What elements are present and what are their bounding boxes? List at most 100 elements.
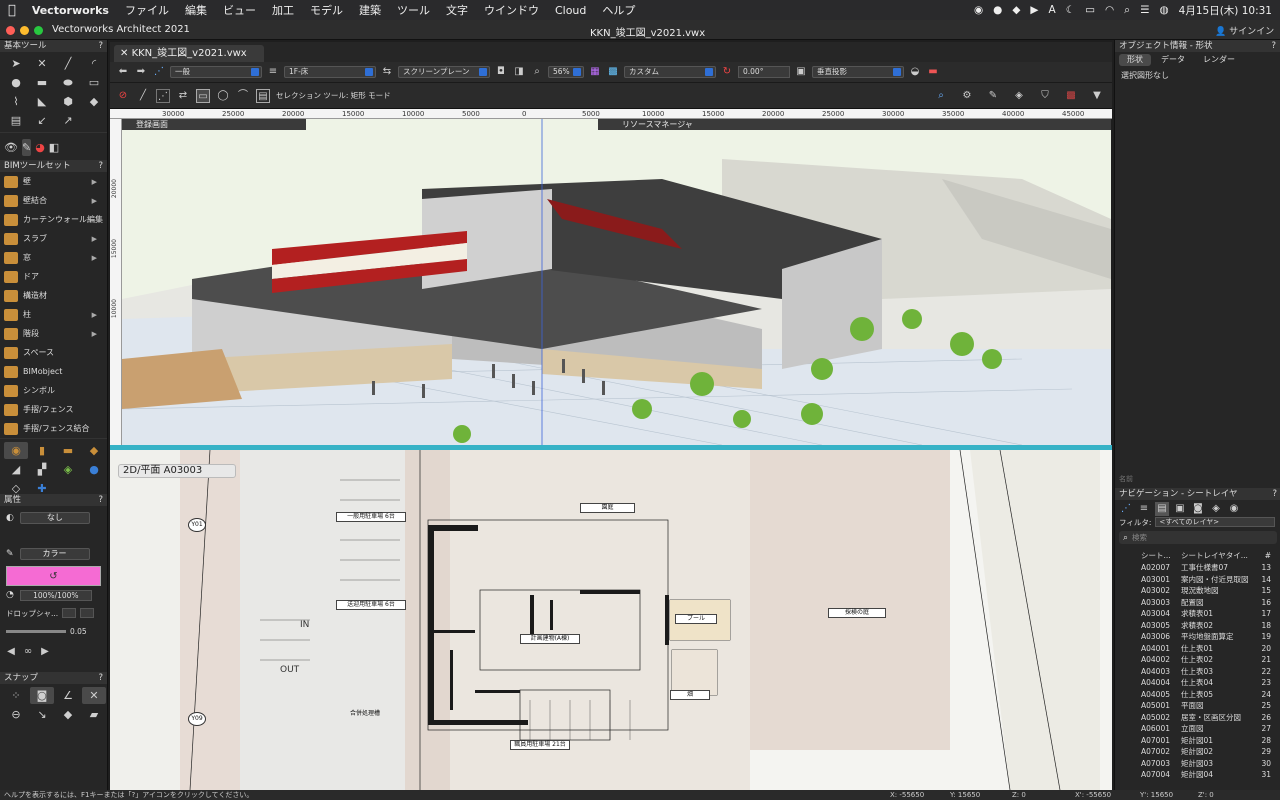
bim-tool-item[interactable]: 柱 ▶ xyxy=(0,305,107,324)
sheet-row[interactable]: A06001 立面図 27 xyxy=(1115,723,1280,735)
sheet-row[interactable]: A03001 案内図・付近見取図 14 xyxy=(1115,574,1280,586)
hexagon-tool-icon[interactable]: ⬢ xyxy=(56,93,80,110)
apple-icon[interactable]:  xyxy=(0,3,24,18)
pen-color-swatch[interactable]: ↺ xyxy=(6,566,101,586)
freeform-mode-icon[interactable]: ◯ xyxy=(216,89,230,103)
line-style-icon[interactable]: ∞ xyxy=(21,645,35,659)
polygon-tool-icon[interactable]: ◣ xyxy=(30,93,54,110)
minimize-window-button[interactable] xyxy=(20,26,29,35)
play-icon[interactable]: ▶ xyxy=(1030,4,1038,16)
view2d-label[interactable]: 2D/平面 A03003 xyxy=(118,464,236,478)
back-icon[interactable]: ⬅ xyxy=(116,65,130,79)
moon-icon[interactable]: ☾ xyxy=(1066,4,1075,16)
line-end-icon[interactable]: ▶ xyxy=(38,645,52,659)
col-sheet-title[interactable]: シートレイヤタイ... xyxy=(1181,550,1257,561)
drop-shadow-toggle[interactable] xyxy=(62,608,77,618)
projection-dropdown[interactable]: 垂直投影 xyxy=(812,66,904,78)
snap-distance-icon[interactable]: ⊖ xyxy=(4,706,28,723)
bim-tool-item[interactable]: 壁結合 ▶ xyxy=(0,191,107,210)
tab-close-icon[interactable]: ✕ xyxy=(120,48,132,59)
layer-dropdown[interactable]: 1F-床 xyxy=(284,66,376,78)
bim-tool-item[interactable]: シンボル xyxy=(0,381,107,400)
selection-tool-icon[interactable]: ➤ xyxy=(4,55,28,72)
globe-tool-icon[interactable]: ● xyxy=(82,461,106,478)
siri-icon[interactable]: ◍ xyxy=(1159,4,1168,16)
camera-icon[interactable]: ◘ xyxy=(494,65,508,79)
snap-grid-icon[interactable]: ⁘ xyxy=(4,687,28,704)
view-icon[interactable]: ◨ xyxy=(512,65,526,79)
render-mode-icon[interactable]: ▩ xyxy=(606,65,620,79)
color-icon[interactable]: ◕ xyxy=(35,139,45,156)
eye-icon[interactable]: ◒ xyxy=(908,65,922,79)
sheet-row[interactable]: A04005 仕上表05 24 xyxy=(1115,689,1280,701)
menu-model[interactable]: モデル xyxy=(302,2,351,18)
sheet-row[interactable]: A03003 配置図 16 xyxy=(1115,597,1280,609)
viewport-2d[interactable]: 2D/平面 A03003 一般用駐車場 6台 送迎用駐車場 6台 園庭 プール … xyxy=(110,450,1112,790)
bim-tool-item[interactable]: BIMobject xyxy=(0,362,107,381)
input-icon[interactable]: A xyxy=(1048,4,1055,16)
submenu-arrow-icon[interactable]: ▶ xyxy=(92,197,97,205)
tab-data[interactable]: データ xyxy=(1153,54,1193,66)
bim-tool-item[interactable]: スラブ ▶ xyxy=(0,229,107,248)
sheet-row[interactable]: A04002 仕上表02 21 xyxy=(1115,654,1280,666)
layers-visibility-icon[interactable]: ◈ xyxy=(1012,89,1026,103)
flyover-tool-icon[interactable] xyxy=(82,112,106,129)
class-dropdown[interactable]: 一般 xyxy=(170,66,262,78)
sheet-row[interactable]: A03005 求積表02 18 xyxy=(1115,620,1280,632)
render-dropdown[interactable]: カスタム xyxy=(624,66,716,78)
dimension-tool-icon[interactable]: ↙ xyxy=(30,112,54,129)
palette-icon[interactable]: ▬ xyxy=(926,65,940,79)
stairs-tool-icon[interactable]: ▞ xyxy=(30,461,54,478)
wifi-icon[interactable]: ◠ xyxy=(1105,4,1114,16)
col-sheet[interactable]: シート... xyxy=(1141,550,1181,561)
hammer-tool-icon[interactable]: ✚ xyxy=(30,480,54,497)
menu-text[interactable]: 文字 xyxy=(438,2,476,18)
submenu-arrow-icon[interactable]: ▶ xyxy=(92,178,97,186)
viewport-3d[interactable]: 登録画面 リソースマネージャ xyxy=(122,119,1111,445)
document-tab[interactable]: ✕ KKN_竣工図_v2021.vwx xyxy=(114,45,264,62)
opacity-field[interactable]: 100%/100% xyxy=(19,589,92,601)
site-tool-icon[interactable]: ◉ xyxy=(4,442,28,459)
menu-edit[interactable]: 編集 xyxy=(177,2,215,18)
bim-tool-item[interactable]: 手摺/フェンス結合 xyxy=(0,419,107,438)
bim-tool-item[interactable]: スペース xyxy=(0,343,107,362)
pan-tool-icon[interactable]: ✕ xyxy=(30,55,54,72)
menu-cloud[interactable]: Cloud xyxy=(547,4,594,17)
snap-intersection-icon[interactable]: ✕ xyxy=(82,687,106,704)
snap-object-icon[interactable]: ◙ xyxy=(30,687,54,704)
sheet-row[interactable]: A04003 仕上表03 22 xyxy=(1115,666,1280,678)
lasso-select-icon[interactable]: ╱ xyxy=(136,89,150,103)
snap-settings-icon[interactable]: ✎ xyxy=(986,89,1000,103)
preferences-icon[interactable]: ▤ xyxy=(256,88,270,103)
color-grid-icon[interactable]: ▦ xyxy=(588,65,602,79)
flyover-icon[interactable]: ⌕ xyxy=(934,89,948,103)
nav-symbols-icon[interactable]: ◉ xyxy=(1227,502,1241,516)
menu-modify[interactable]: 加工 xyxy=(264,2,302,18)
submenu-arrow-icon[interactable]: ▶ xyxy=(92,254,97,262)
dropbox-icon[interactable]: ◆ xyxy=(1012,4,1020,16)
text-tool-icon[interactable]: ▤ xyxy=(4,112,28,129)
bim-tool-item[interactable]: 壁 ▶ xyxy=(0,172,107,191)
sheet-row[interactable]: A03006 平均地盤面算定 19 xyxy=(1115,631,1280,643)
line-tool-icon[interactable]: ╱ xyxy=(56,55,80,72)
panel-tool-icon[interactable]: ▬ xyxy=(56,442,80,459)
sheet-row[interactable]: A04004 仕上表04 23 xyxy=(1115,677,1280,689)
roof-tool-icon[interactable]: ◢ xyxy=(4,461,28,478)
sheet-row[interactable]: A03004 求積表01 17 xyxy=(1115,608,1280,620)
snap-angle-icon[interactable]: ∠ xyxy=(56,687,80,704)
menu-help[interactable]: ヘルプ xyxy=(594,2,643,18)
control-center-icon[interactable]: ☰ xyxy=(1140,4,1149,16)
filter-dropdown[interactable]: <すべてのレイヤ> xyxy=(1155,517,1276,527)
sheet-row[interactable]: A07003 矩計図03 30 xyxy=(1115,758,1280,770)
pane-resource-manager[interactable]: リソースマネージャ xyxy=(598,119,1111,130)
nav-viewports-icon[interactable]: ▣ xyxy=(1173,502,1187,516)
menu-app[interactable]: Vectorworks xyxy=(24,4,117,17)
bim-tool-item[interactable]: 窓 ▶ xyxy=(0,248,107,267)
col-number[interactable]: # xyxy=(1257,551,1271,560)
more-icon[interactable]: ▼ xyxy=(1090,89,1104,103)
clock[interactable]: 4月15日(木) 10:31 xyxy=(1179,3,1272,18)
sheet-row[interactable]: A07001 矩計図01 28 xyxy=(1115,735,1280,747)
angle-field[interactable]: 0.00° xyxy=(738,66,790,78)
tab-render[interactable]: レンダー xyxy=(1195,54,1243,66)
sheet-row[interactable]: A03002 現況敷地図 15 xyxy=(1115,585,1280,597)
